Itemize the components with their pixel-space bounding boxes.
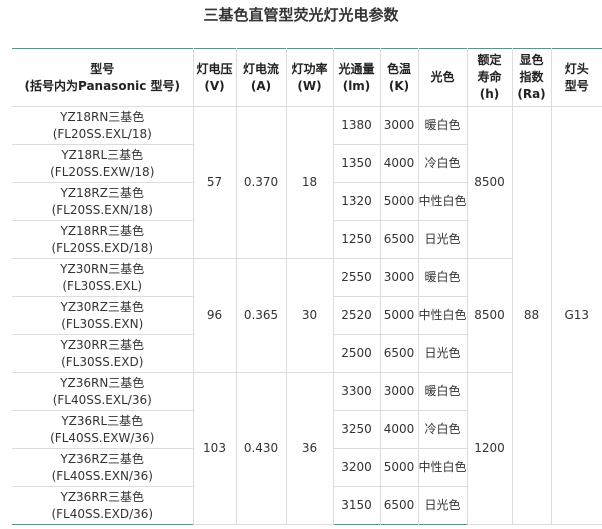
- model-cell: YZ18RZ三基色 (FL20SS.EXN/18): [12, 182, 194, 221]
- panasonic-code: (FL40SS.EXN/36): [51, 468, 153, 483]
- current-cell: 0.430: [235, 372, 287, 525]
- cct-cell: 5000: [379, 296, 419, 335]
- power-cell: 18: [285, 106, 334, 259]
- current-cell: 0.365: [235, 258, 287, 373]
- panasonic-code: (FL40SS.EXD/36): [51, 506, 154, 521]
- header-flux: 光通量 (lm): [332, 48, 381, 107]
- voltage-cell: 96: [192, 258, 237, 373]
- model-cell: YZ30RR三基色 (FL30SS.EXD): [12, 334, 194, 373]
- header-cct: 色温 (K): [379, 48, 419, 107]
- model-code: YZ36RL三基色: [61, 413, 144, 428]
- light-color-cell: 暖白色: [417, 258, 468, 297]
- cct-cell: 6500: [379, 334, 419, 373]
- flux-cell: 3200: [332, 448, 381, 487]
- light-color-cell: 日光色: [417, 220, 467, 259]
- power-cell: 36: [285, 372, 334, 525]
- header-voltage: 灯电压 (V): [192, 48, 237, 107]
- light-color-cell: 日光色: [417, 334, 467, 373]
- cct-cell: 5000: [379, 182, 419, 221]
- panasonic-code: (FL30SS.EXN): [61, 316, 144, 331]
- rated-life-cell: 8500: [466, 106, 513, 259]
- flux-cell: 1250: [332, 220, 381, 259]
- cri-cell: 88: [511, 106, 552, 525]
- model-cell: YZ36RZ三基色 (FL40SS.EXN/36): [12, 448, 194, 487]
- model-code: YZ36RR三基色: [60, 489, 145, 504]
- cct-cell: 3000: [379, 106, 419, 145]
- model-code: YZ36RN三基色: [60, 375, 145, 390]
- panasonic-code: (FL20SS.EXD/18): [51, 240, 154, 255]
- light-color-cell: 日光色: [417, 486, 467, 525]
- panasonic-code: (FL30SS.EXL): [62, 278, 143, 293]
- flux-cell: 1350: [332, 144, 381, 183]
- header-row: 型号 (括号内为Panasonic 型号) 灯电压 (V) 灯电流 (A) 灯功率 (W…: [12, 48, 602, 107]
- panasonic-code: (FL20SS.EXW/18): [50, 164, 155, 179]
- model-code: YZ30RZ三基色: [60, 299, 144, 314]
- voltage-cell: 103: [192, 372, 237, 525]
- model-cell: YZ36RR三基色 (FL40SS.EXD/36): [12, 486, 194, 525]
- header-cap-type: 灯头 型号: [550, 48, 602, 107]
- power-cell: 30: [285, 258, 334, 373]
- table-row: YZ18RN三基色 (FL20SS.EXL/18) 57 0.370 18 138…: [12, 106, 602, 525]
- header-light-color: 光色: [417, 48, 468, 107]
- flux-cell: 1320: [332, 182, 381, 221]
- light-color-cell: 冷白色: [417, 410, 467, 449]
- cap-type-cell: G13: [550, 106, 602, 525]
- rated-life-cell: 8500: [466, 258, 512, 373]
- light-color-cell: 中性白色: [417, 448, 467, 487]
- model-code: YZ30RN三基色: [60, 261, 145, 276]
- cct-cell: 3000: [379, 258, 419, 297]
- model-cell: YZ36RN三基色 (FL40SS.EXL/36): [12, 372, 194, 411]
- light-color-cell: 中性白色: [417, 296, 467, 335]
- flux-cell: 1380: [332, 106, 381, 145]
- panasonic-code: (FL20SS.EXL/18): [52, 126, 152, 141]
- light-color-cell: 中性白色: [417, 182, 467, 221]
- model-cell: YZ18RR三基色 (FL20SS.EXD/18): [12, 220, 194, 259]
- flux-cell: 2500: [332, 334, 381, 373]
- voltage-cell: 57: [192, 106, 237, 259]
- model-cell: YZ30RN三基色 (FL30SS.EXL): [12, 258, 194, 297]
- panasonic-code: (FL40SS.EXW/36): [50, 430, 155, 445]
- panasonic-code: (FL40SS.EXL/36): [52, 392, 152, 407]
- model-code: YZ30RR三基色: [60, 337, 145, 352]
- light-color-cell: 冷白色: [417, 144, 467, 183]
- model-code: YZ18RL三基色: [61, 147, 144, 162]
- model-code: YZ18RR三基色: [60, 223, 145, 238]
- model-cell: YZ36RL三基色 (FL40SS.EXW/36): [12, 410, 194, 449]
- cct-cell: 4000: [379, 144, 419, 183]
- header-model: 型号 (括号内为Panasonic 型号): [12, 48, 194, 107]
- flux-cell: 3300: [332, 372, 381, 411]
- lamp-parameters-table: 型号 (括号内为Panasonic 型号) 灯电压 (V) 灯电流 (A) 灯功率 (W…: [12, 48, 602, 525]
- rated-life-cell: 1200: [466, 372, 512, 525]
- current-cell: 0.370: [235, 106, 287, 259]
- model-code: YZ18RN三基色: [60, 109, 145, 124]
- model-code: YZ18RZ三基色: [60, 185, 144, 200]
- flux-cell: 3150: [332, 486, 381, 525]
- header-rated-life: 额定 寿命 (h): [466, 48, 513, 107]
- header-power: 灯功率 (W): [285, 48, 334, 107]
- light-color-cell: 暖白色: [417, 372, 468, 411]
- header-cri: 显色 指数 (Ra): [511, 48, 552, 107]
- cct-cell: 5000: [379, 448, 419, 487]
- cct-cell: 6500: [379, 220, 419, 259]
- light-color-cell: 暖白色: [417, 106, 468, 145]
- flux-cell: 2550: [332, 258, 381, 297]
- model-cell: YZ30RZ三基色 (FL30SS.EXN): [12, 296, 194, 335]
- flux-cell: 2520: [332, 296, 381, 335]
- header-current: 灯电流 (A): [235, 48, 287, 107]
- panasonic-code: (FL20SS.EXN/18): [51, 202, 153, 217]
- panasonic-code: (FL30SS.EXD): [61, 354, 144, 369]
- cct-cell: 3000: [379, 372, 419, 411]
- page-title: 三基色直管型荧光灯光电参数: [203, 6, 399, 24]
- cct-cell: 4000: [379, 410, 419, 449]
- model-code: YZ36RZ三基色: [60, 451, 144, 466]
- cct-cell: 6500: [379, 486, 419, 525]
- flux-cell: 3250: [332, 410, 381, 449]
- model-cell: YZ18RL三基色 (FL20SS.EXW/18): [12, 144, 194, 183]
- model-cell: YZ18RN三基色 (FL20SS.EXL/18): [12, 106, 194, 145]
